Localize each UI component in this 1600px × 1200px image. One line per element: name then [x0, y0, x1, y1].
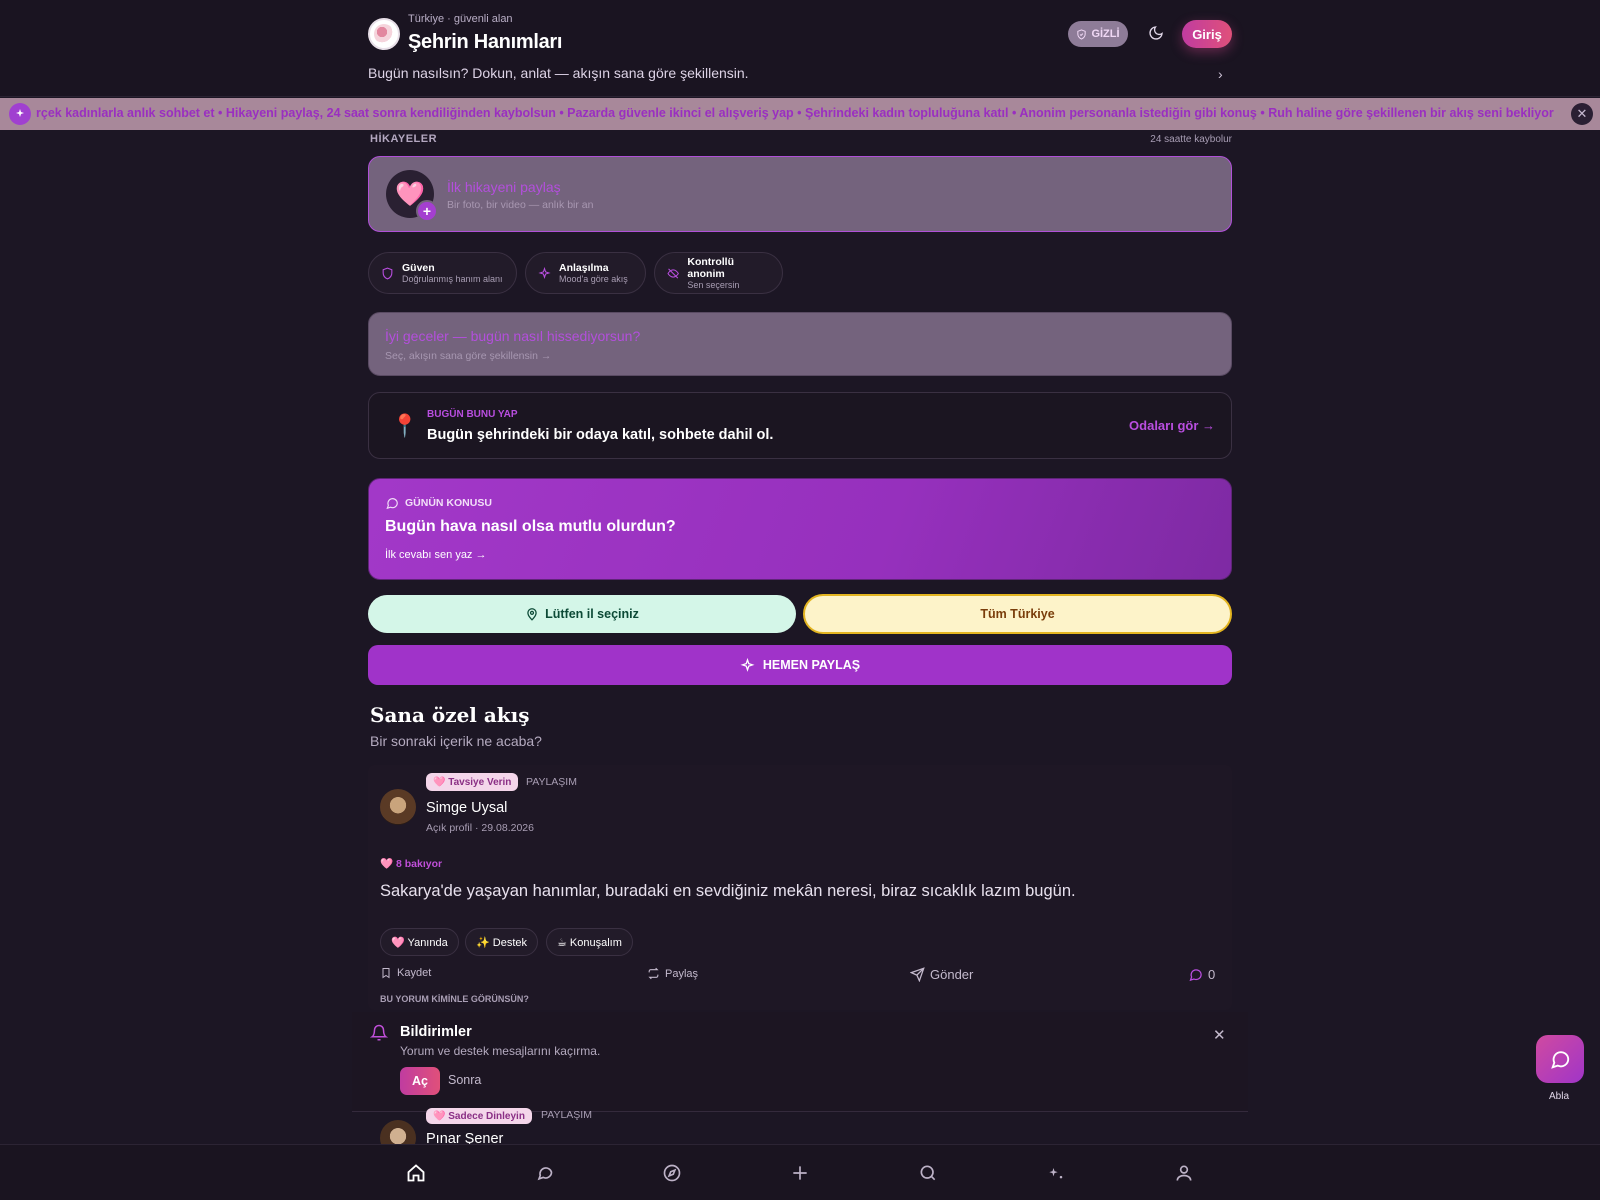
post-type: PAYLAŞIM	[526, 776, 577, 788]
sparkles-icon	[538, 266, 551, 279]
comment-icon	[1189, 969, 1202, 982]
repost-label: Paylaş	[665, 967, 699, 980]
abla-label: Abla	[1549, 1091, 1570, 1102]
sparkles-icon	[740, 657, 755, 672]
city-select-button[interactable]: Lütfen il seçiniz	[368, 595, 796, 633]
daily-topic-card[interactable]: GÜNÜN KONUSU Bugün hava nasıl olsa mutlu…	[368, 478, 1232, 580]
home-icon[interactable]	[404, 1161, 428, 1185]
feature-trust[interactable]: Güven Doğrulanmış hanım alanı	[368, 252, 517, 294]
feed-post: 🩷 Tavsiye Verin PAYLAŞIM Simge Uysal Açı…	[368, 765, 1232, 1010]
later-button[interactable]: Sonra	[448, 1073, 481, 1087]
notification-title: Bildirimler	[400, 1024, 472, 1040]
stories-expiry-note: 24 saatte kaybolur	[1150, 134, 1232, 145]
repost-icon	[648, 967, 659, 980]
all-turkey-button[interactable]: Tüm Türkiye	[803, 594, 1232, 634]
map-pin-icon	[527, 608, 537, 621]
close-icon[interactable]: ✕	[1571, 103, 1593, 125]
bell-icon	[370, 1024, 388, 1041]
feature-anonymous[interactable]: Kontrollü anonim Sen seçersin	[654, 252, 783, 294]
story-cta-title: İlk hikayeni paylaş	[447, 179, 561, 195]
search-icon[interactable]	[916, 1161, 940, 1185]
visibility-question: BU YORUM KİMİNLE GÖRÜNSÜN?	[380, 994, 529, 1004]
plus-icon[interactable]	[788, 1161, 812, 1185]
chats-icon[interactable]	[532, 1161, 556, 1185]
feature-title: Anlaşılma	[559, 262, 609, 274]
chat-bubble-icon	[386, 498, 398, 510]
viewers-count: 🩷 8 bakıyor	[380, 858, 443, 870]
stories-label: HİKAYELER	[370, 133, 438, 145]
reaction-support[interactable]: ✨ Destek	[465, 928, 538, 956]
plus-icon[interactable]: +	[416, 200, 438, 222]
close-icon[interactable]: ✕	[1213, 1026, 1226, 1044]
profile-icon[interactable]	[1172, 1161, 1196, 1185]
reaction-beside[interactable]: 🩷 Yanında	[380, 928, 459, 956]
repost-button[interactable]: Paylaş	[647, 967, 698, 980]
enable-notifications-button[interactable]: Aç	[400, 1067, 440, 1095]
notification-sub: Yorum ve destek mesajlarını kaçırma.	[400, 1044, 601, 1058]
story-cta-sub: Bir foto, bir video — anlık bir an	[447, 199, 594, 211]
save-label: Kaydet	[397, 967, 432, 979]
daily-task-label: BUGÜN BUNU YAP	[427, 409, 518, 420]
post-category-badge: 🩷 Tavsiye Verin	[426, 773, 519, 791]
mood-card-sub: Seç, akışın sana göre şekillensin →	[385, 350, 552, 362]
daily-task-title: Bugün şehrindeki bir odaya katıl, sohbet…	[427, 427, 774, 443]
feature-understanding[interactable]: Anlaşılma Mood'a göre akış	[525, 252, 646, 294]
mood-check-card[interactable]: İyi geceler — bugün nasıl hissediyorsun?…	[368, 312, 1232, 376]
compass-icon[interactable]	[660, 1161, 684, 1185]
feature-sub: Mood'a göre akış	[559, 274, 628, 284]
share-now-button[interactable]: HEMEN PAYLAŞ	[368, 645, 1232, 685]
first-answer-link[interactable]: İlk cevabı sen yaz →	[385, 549, 487, 561]
pin-icon: 📍	[391, 413, 419, 438]
comments-button[interactable]: 0	[1188, 967, 1215, 982]
send-label: Gönder	[930, 967, 974, 982]
sparkles-icon	[9, 103, 31, 125]
add-story-card[interactable]: 🩷 + İlk hikayeni paylaş Bir foto, bir vi…	[368, 156, 1232, 232]
feed-subtitle: Bir sonraki içerik ne acaba?	[370, 733, 542, 749]
feature-sub: Sen seçersin	[687, 280, 740, 290]
feed-title: Sana özel akış	[370, 703, 530, 727]
chat-bubble-icon	[1551, 1051, 1570, 1069]
post-author[interactable]: Simge Uysal	[426, 800, 507, 816]
abla-chat-button[interactable]	[1536, 1035, 1584, 1083]
share-now-label: HEMEN PAYLAŞ	[762, 658, 861, 672]
post-body: Sakarya'de yaşayan hanımlar, buradaki en…	[380, 882, 1076, 900]
daily-topic-title: Bugün hava nasıl olsa mutlu olurdun?	[385, 518, 676, 535]
bottom-navigation	[0, 1144, 1600, 1200]
send-icon	[910, 967, 925, 982]
reaction-talk[interactable]: ☕ Konuşalım	[546, 928, 633, 956]
city-select-label: Lütfen il seçiniz	[545, 607, 639, 621]
post-meta: Açık profil · 29.08.2026	[426, 822, 534, 834]
avatar[interactable]	[380, 789, 416, 825]
post-type: PAYLAŞIM	[541, 1109, 592, 1121]
send-button[interactable]: Gönder	[910, 967, 973, 982]
post-category-badge: 🩷 Sadece Dinleyin	[426, 1108, 532, 1124]
feature-sub: Doğrulanmış hanım alanı	[402, 274, 503, 284]
notification-prompt: Bildirimler Yorum ve destek mesajlarını …	[352, 1012, 1248, 1112]
mood-card-title: İyi geceler — bugün nasıl hissediyorsun?	[385, 328, 641, 344]
rooms-link[interactable]: Odaları gör →	[1129, 418, 1215, 433]
feature-title: Kontrollü anonim	[687, 256, 735, 280]
save-button[interactable]: Kaydet	[380, 967, 431, 979]
eye-off-icon	[667, 268, 679, 278]
daily-task-card: 📍 BUGÜN BUNU YAP Bugün şehrindeki bir od…	[368, 392, 1232, 459]
daily-topic-label: GÜNÜN KONUSU	[405, 497, 492, 509]
comments-count: 0	[1208, 967, 1216, 982]
bookmark-icon	[382, 968, 390, 979]
shield-icon	[382, 267, 393, 280]
sparkles-icon[interactable]	[1044, 1161, 1068, 1185]
feature-title: Güven	[402, 262, 435, 274]
